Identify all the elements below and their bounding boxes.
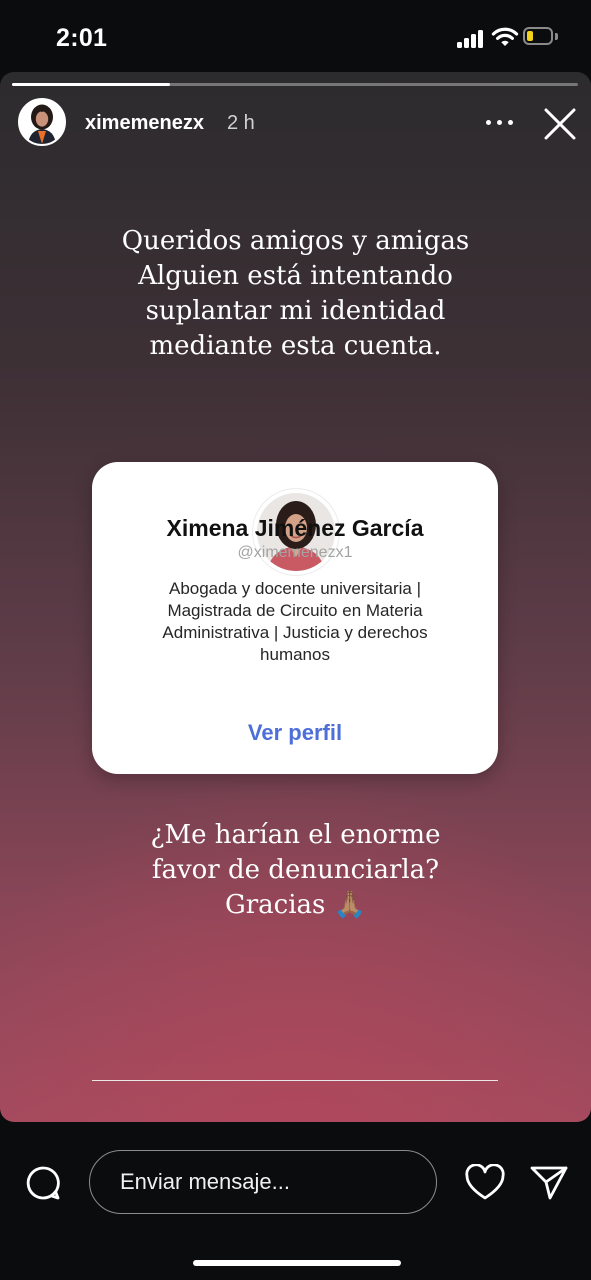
story-message-top: Queridos amigos y amigas Alguien está in…: [60, 224, 531, 364]
send-icon[interactable]: [529, 1164, 569, 1207]
profile-card-handle: @ximemenezx1: [237, 544, 353, 561]
story-progress-bar: [12, 83, 578, 86]
profile-card-name: Ximena Jiménez García: [166, 515, 424, 541]
profile-card-bio: Abogada y docente universitaria | Magist…: [162, 579, 428, 664]
story-username[interactable]: ximemenezx: [85, 112, 204, 135]
story-author-avatar[interactable]: [18, 98, 66, 146]
heart-icon[interactable]: [465, 1163, 505, 1207]
story-viewer[interactable]: ximemenezx 2 h Queridos amigos y amigas …: [0, 72, 591, 1122]
story-timestamp: 2 h: [227, 112, 255, 134]
battery-icon: [523, 27, 559, 47]
story-message-bottom: ¿Me harían el enorme favor de denunciarl…: [60, 818, 531, 923]
story-message-line: mediante esta cuenta.: [149, 331, 442, 361]
story-message-line: Alguien está intentando: [138, 261, 453, 291]
story-message-line: suplantar mi identidad: [145, 296, 446, 326]
send-message-input[interactable]: [89, 1150, 437, 1214]
card-divider: [92, 1080, 498, 1081]
story-message-line: favor de denunciarla?: [151, 855, 440, 885]
home-indicator[interactable]: [193, 1260, 401, 1266]
story-message-line: Gracias 🙏🏽: [224, 890, 367, 920]
more-options-icon[interactable]: [482, 110, 516, 134]
close-icon[interactable]: [541, 105, 579, 143]
cellular-signal-icon: [457, 30, 485, 48]
view-profile-button[interactable]: Ver perfil: [92, 692, 498, 774]
story-message-line: ¿Me harían el enorme: [150, 820, 441, 850]
status-bar: 2:01: [0, 0, 591, 72]
wifi-icon: [491, 26, 519, 48]
status-time: 2:01: [56, 24, 108, 52]
story-message-line: Queridos amigos y amigas: [121, 226, 470, 256]
comment-bubble-icon[interactable]: [24, 1164, 62, 1207]
story-progress-fill: [12, 83, 171, 86]
